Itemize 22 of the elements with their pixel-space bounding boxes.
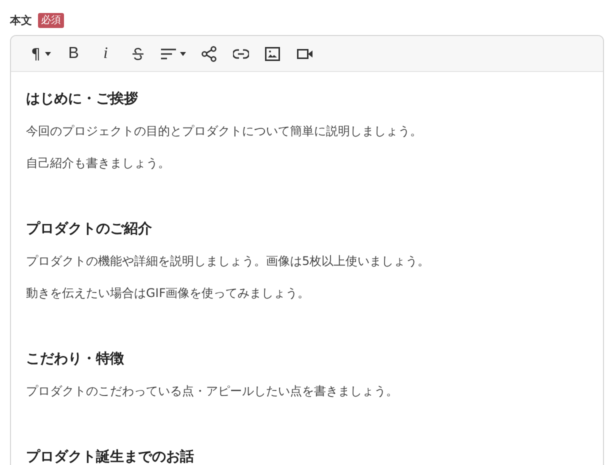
bold-button[interactable]: B bbox=[58, 40, 89, 66]
italic-button[interactable]: i bbox=[90, 40, 121, 66]
image-icon bbox=[265, 46, 280, 60]
section-heading: こだわり・特徴 bbox=[26, 350, 125, 369]
body-paragraph: プロダクトの機能や詳細を説明しましょう。画像は5枚以上使いましょう。 bbox=[26, 253, 431, 270]
section-heading: はじめに・ご挨拶 bbox=[26, 90, 139, 109]
body-paragraph: 今回のプロジェクトの目的とプロダクトについて簡単に説明しましょう。 bbox=[26, 123, 423, 140]
section-heading: プロダクト誕生までのお話 bbox=[26, 448, 195, 465]
paragraph-format-button[interactable]: ¶ bbox=[25, 40, 57, 66]
share-icon bbox=[200, 46, 217, 62]
caret-icon bbox=[180, 52, 186, 56]
field-label: 本文 bbox=[10, 12, 32, 28]
link-icon bbox=[232, 48, 249, 58]
body-paragraph: 動きを伝えたい場合はGIF画像を使ってみましょう。 bbox=[26, 285, 311, 302]
caret-icon bbox=[44, 52, 51, 56]
video-camera-icon bbox=[296, 48, 313, 60]
required-badge: 必須 bbox=[38, 12, 64, 28]
strikethrough-icon bbox=[130, 46, 145, 60]
body-paragraph: 自己紹介も書きましょう。 bbox=[26, 155, 171, 172]
section-heading: プロダクトのご紹介 bbox=[26, 220, 153, 239]
body-paragraph: プロダクトのこだわっている点・アピールしたい点を書きましょう。 bbox=[26, 383, 399, 400]
align-left-icon bbox=[160, 48, 176, 60]
